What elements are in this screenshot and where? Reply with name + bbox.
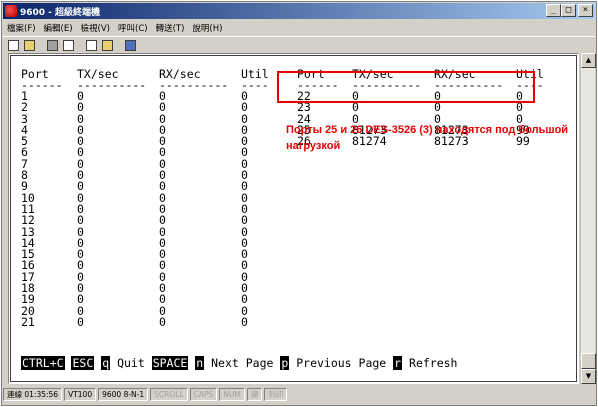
- toolbar: [3, 36, 595, 54]
- cell-rx: 0: [159, 314, 166, 329]
- previous-page-label: Previous Page: [289, 356, 394, 370]
- send-icon[interactable]: [84, 38, 99, 53]
- properties-icon[interactable]: [123, 38, 138, 53]
- annotation-note: Порты 25 и 26 DES-3526 (3) находятся под…: [286, 124, 569, 152]
- cell-util: 0: [241, 314, 248, 329]
- open-icon[interactable]: [22, 38, 37, 53]
- terminal-frame: [10, 55, 577, 382]
- vertical-scrollbar[interactable]: ▲ ▼: [580, 53, 596, 384]
- status-scroll: SCROLL: [150, 388, 188, 401]
- divider-rx: ----------: [159, 78, 229, 92]
- scroll-thumb[interactable]: [581, 353, 596, 369]
- menu-edit[interactable]: 編輯(E): [40, 22, 77, 34]
- scroll-up-button[interactable]: ▲: [581, 53, 596, 68]
- key-ctrl-c: CTRL+C: [21, 356, 65, 370]
- status-print: 列印: [264, 388, 288, 401]
- minimize-button[interactable]: _: [546, 4, 561, 17]
- cell-port: 21: [21, 314, 35, 329]
- status-bar: 連線 01:35:56 VT100 9600 8-N-1 SCROLL CAPS…: [1, 386, 593, 403]
- status-capture: 擷: [246, 388, 263, 401]
- key-r: r: [393, 356, 403, 370]
- toolbar-separator: [38, 38, 44, 53]
- cell-tx: 0: [77, 314, 84, 329]
- receive-icon[interactable]: [100, 38, 115, 53]
- status-num: NUM: [219, 388, 245, 401]
- menu-call[interactable]: 呼叫(C): [114, 22, 152, 34]
- window-title: 9600 - 超級終端機: [20, 7, 101, 18]
- status-settings: 9600 8-N-1: [98, 388, 149, 401]
- app-icon[interactable]: [5, 5, 17, 17]
- connect-icon[interactable]: [61, 38, 76, 53]
- new-icon[interactable]: [6, 38, 21, 53]
- divider-tx: ----------: [77, 78, 147, 92]
- menu-view[interactable]: 檢視(V): [77, 22, 114, 34]
- menu-file[interactable]: 檔案(F): [3, 22, 40, 34]
- next-page-label: Next Page: [204, 356, 281, 370]
- key-space: SPACE: [151, 356, 189, 370]
- disconnect-icon[interactable]: [45, 38, 60, 53]
- key-n: n: [195, 356, 205, 370]
- key-p: p: [280, 356, 290, 370]
- close-button[interactable]: ×: [578, 4, 593, 17]
- key-help-bar: CTRL+C ESC q Quit SPACE n Next Page p Pr…: [21, 356, 457, 370]
- highlight-box: [277, 71, 535, 103]
- toolbar-separator: [116, 38, 122, 53]
- refresh-label: Refresh: [402, 356, 458, 370]
- menu-bar: 檔案(F) 編輯(E) 檢視(V) 呼叫(C) 轉送(T) 說明(H): [3, 20, 595, 35]
- key-esc: ESC: [71, 356, 95, 370]
- title-bar[interactable]: 9600 - 超級終端機 _ □ ×: [3, 3, 595, 19]
- status-emulation: VT100: [64, 388, 97, 401]
- menu-help[interactable]: 說明(H): [188, 22, 226, 34]
- scroll-down-button[interactable]: ▼: [581, 369, 596, 384]
- quit-label: Quit: [110, 356, 152, 370]
- status-caps: CAPS: [189, 388, 218, 401]
- key-q: q: [101, 356, 111, 370]
- toolbar-separator: [77, 38, 83, 53]
- menu-transfer[interactable]: 轉送(T): [152, 22, 189, 34]
- window-controls: _ □ ×: [546, 4, 593, 17]
- maximize-button[interactable]: □: [561, 4, 576, 17]
- status-connected-time: 連線 01:35:56: [3, 388, 63, 401]
